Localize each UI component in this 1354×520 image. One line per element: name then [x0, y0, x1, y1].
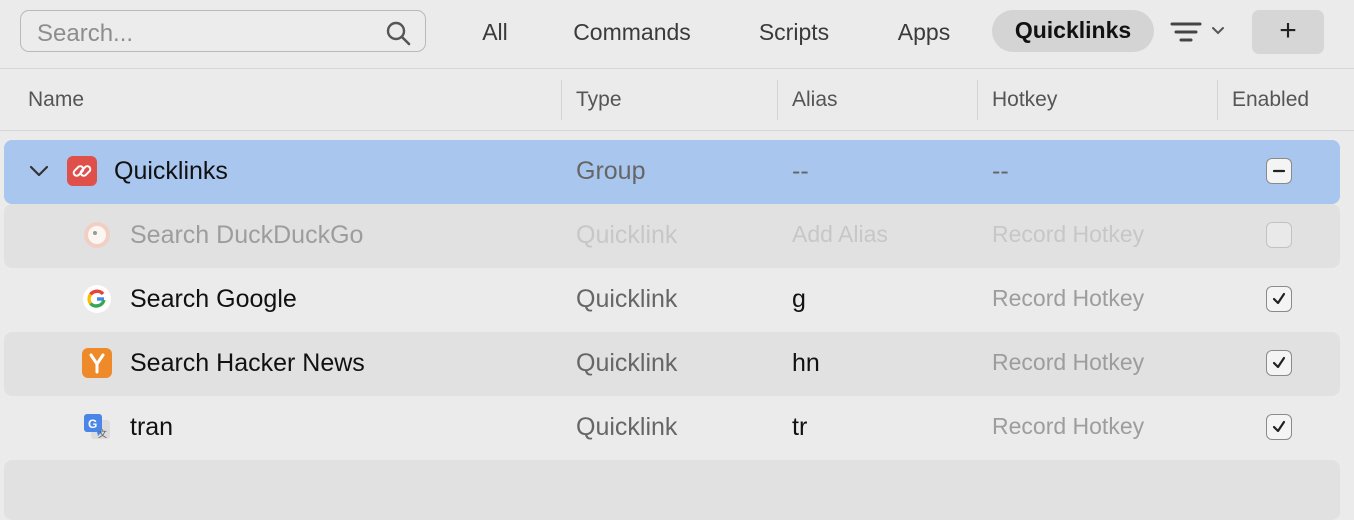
search-placeholder: Search... [37, 20, 134, 47]
tab-quicklinks[interactable]: Quicklinks [992, 10, 1154, 52]
google-icon [82, 284, 112, 314]
empty-row [4, 460, 1340, 520]
google-translate-icon: G 文 [82, 412, 112, 442]
record-hotkey-button[interactable]: Record Hotkey [992, 413, 1144, 440]
row-type: Quicklink [576, 349, 678, 377]
svg-text:文: 文 [98, 428, 107, 440]
table-row[interactable]: Search Hacker News Quicklink hn Record H… [4, 332, 1340, 396]
row-name: tran [130, 413, 174, 441]
column-header-type[interactable]: Type [576, 88, 622, 112]
column-header-enabled[interactable]: Enabled [1232, 88, 1309, 112]
search-icon [386, 21, 411, 46]
row-name: Search DuckDuckGo [130, 221, 364, 249]
enabled-checkbox[interactable] [1266, 286, 1292, 312]
row-alias[interactable]: hn [792, 349, 820, 378]
column-header-alias[interactable]: Alias [792, 88, 838, 112]
checkmark-icon [1272, 292, 1286, 305]
search-input[interactable]: Search... [20, 10, 426, 52]
row-type: Quicklink [576, 285, 678, 313]
row-name: Search Google [130, 285, 297, 313]
filter-button[interactable] [1170, 16, 1232, 50]
column-divider[interactable] [977, 80, 978, 120]
checkmark-icon [1272, 356, 1286, 369]
tab-scripts[interactable]: Scripts [740, 12, 848, 54]
column-divider[interactable] [1217, 80, 1218, 120]
row-alias[interactable]: tr [792, 413, 807, 442]
row-hotkey[interactable]: -- [992, 157, 1009, 186]
tab-commands[interactable]: Commands [556, 12, 708, 54]
column-divider[interactable] [777, 80, 778, 120]
toolbar: Search... All Commands Scripts Apps Quic… [0, 0, 1354, 69]
record-hotkey-button[interactable]: Record Hotkey [992, 285, 1144, 312]
chevron-down-icon[interactable] [28, 162, 50, 180]
checkmark-icon [1272, 420, 1286, 433]
column-divider[interactable] [561, 80, 562, 120]
record-hotkey-button[interactable]: Record Hotkey [992, 221, 1144, 248]
svg-text:G: G [88, 417, 97, 431]
row-name: Quicklinks [114, 157, 228, 185]
hacker-news-icon [82, 348, 112, 378]
add-alias-button[interactable]: Add Alias [792, 221, 888, 248]
table-row[interactable]: Search Google Quicklink g Record Hotkey [4, 268, 1340, 332]
link-icon [67, 156, 97, 186]
row-type: Quicklink [576, 221, 678, 249]
enabled-checkbox[interactable] [1266, 350, 1292, 376]
row-type: Quicklink [576, 413, 678, 441]
table-row[interactable]: G 文 tran Quicklink tr Record Hotkey [4, 396, 1340, 460]
tab-all[interactable]: All [466, 12, 524, 54]
column-header-name[interactable]: Name [28, 88, 84, 112]
row-type: Group [576, 157, 646, 185]
enabled-checkbox[interactable] [1266, 414, 1292, 440]
add-button[interactable]: + [1252, 10, 1324, 54]
column-header-hotkey[interactable]: Hotkey [992, 88, 1057, 112]
row-alias[interactable]: g [792, 285, 806, 314]
tab-apps[interactable]: Apps [880, 12, 968, 54]
record-hotkey-button[interactable]: Record Hotkey [992, 349, 1144, 376]
minus-icon [1272, 169, 1286, 173]
table-row[interactable]: Search DuckDuckGo Quicklink Add Alias Re… [4, 204, 1340, 268]
enabled-checkbox-mixed[interactable] [1266, 158, 1292, 184]
enabled-checkbox[interactable] [1266, 222, 1292, 248]
filter-icon [1170, 22, 1224, 42]
duckduckgo-icon [82, 220, 112, 250]
row-name: Search Hacker News [130, 349, 365, 377]
table-header: Name Type Alias Hotkey Enabled [0, 70, 1354, 131]
table-row-group-quicklinks[interactable]: Quicklinks Group -- -- [4, 140, 1340, 204]
row-alias[interactable]: -- [792, 157, 809, 186]
